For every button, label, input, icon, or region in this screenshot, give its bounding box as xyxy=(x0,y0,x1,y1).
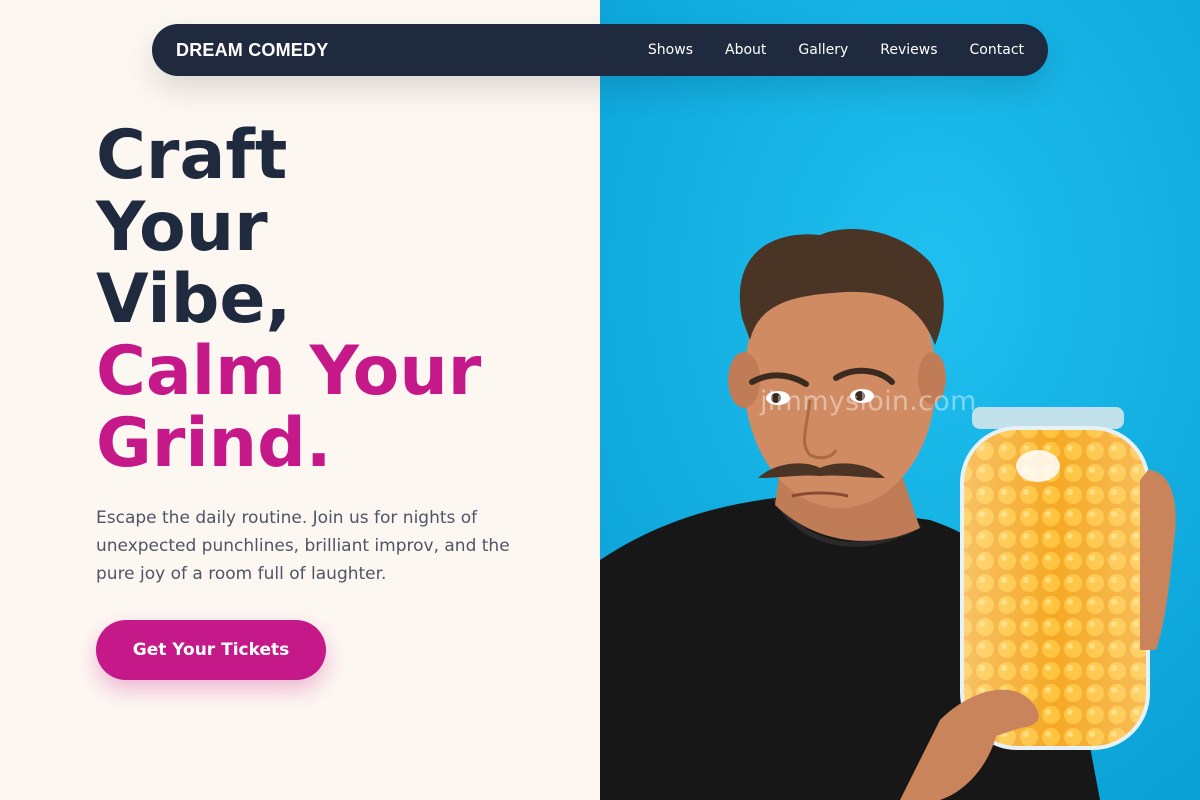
nav-link-reviews[interactable]: Reviews xyxy=(880,42,937,58)
hero-photo-panel: jimmysloin.com xyxy=(600,0,1200,800)
hero-title-accent-line: Grind. xyxy=(96,404,332,483)
get-tickets-button[interactable]: Get Your Tickets xyxy=(96,620,326,680)
nav-link-contact[interactable]: Contact xyxy=(970,42,1024,58)
hero-title-line: Craft xyxy=(96,116,288,195)
hero-title-line: Vibe, xyxy=(96,260,292,339)
nav-link-shows[interactable]: Shows xyxy=(648,42,693,58)
hero-title: Craft Your Vibe, Calm Your Grind. xyxy=(96,120,481,480)
nav-links: Shows About Gallery Reviews Contact xyxy=(648,42,1024,58)
nav-link-about[interactable]: About xyxy=(725,42,766,58)
hero-left-panel: Craft Your Vibe, Calm Your Grind. Escape… xyxy=(0,0,600,800)
top-nav: DREAM COMEDY Shows About Gallery Reviews… xyxy=(152,24,1048,76)
brand-logo[interactable]: DREAM COMEDY xyxy=(176,40,328,61)
nav-link-gallery[interactable]: Gallery xyxy=(798,42,848,58)
hero-title-line: Your xyxy=(96,188,268,267)
hero-description: Escape the daily routine. Join us for ni… xyxy=(96,508,510,584)
hero-title-accent-line: Calm Your xyxy=(96,332,482,411)
comedian-photo xyxy=(600,0,1200,800)
